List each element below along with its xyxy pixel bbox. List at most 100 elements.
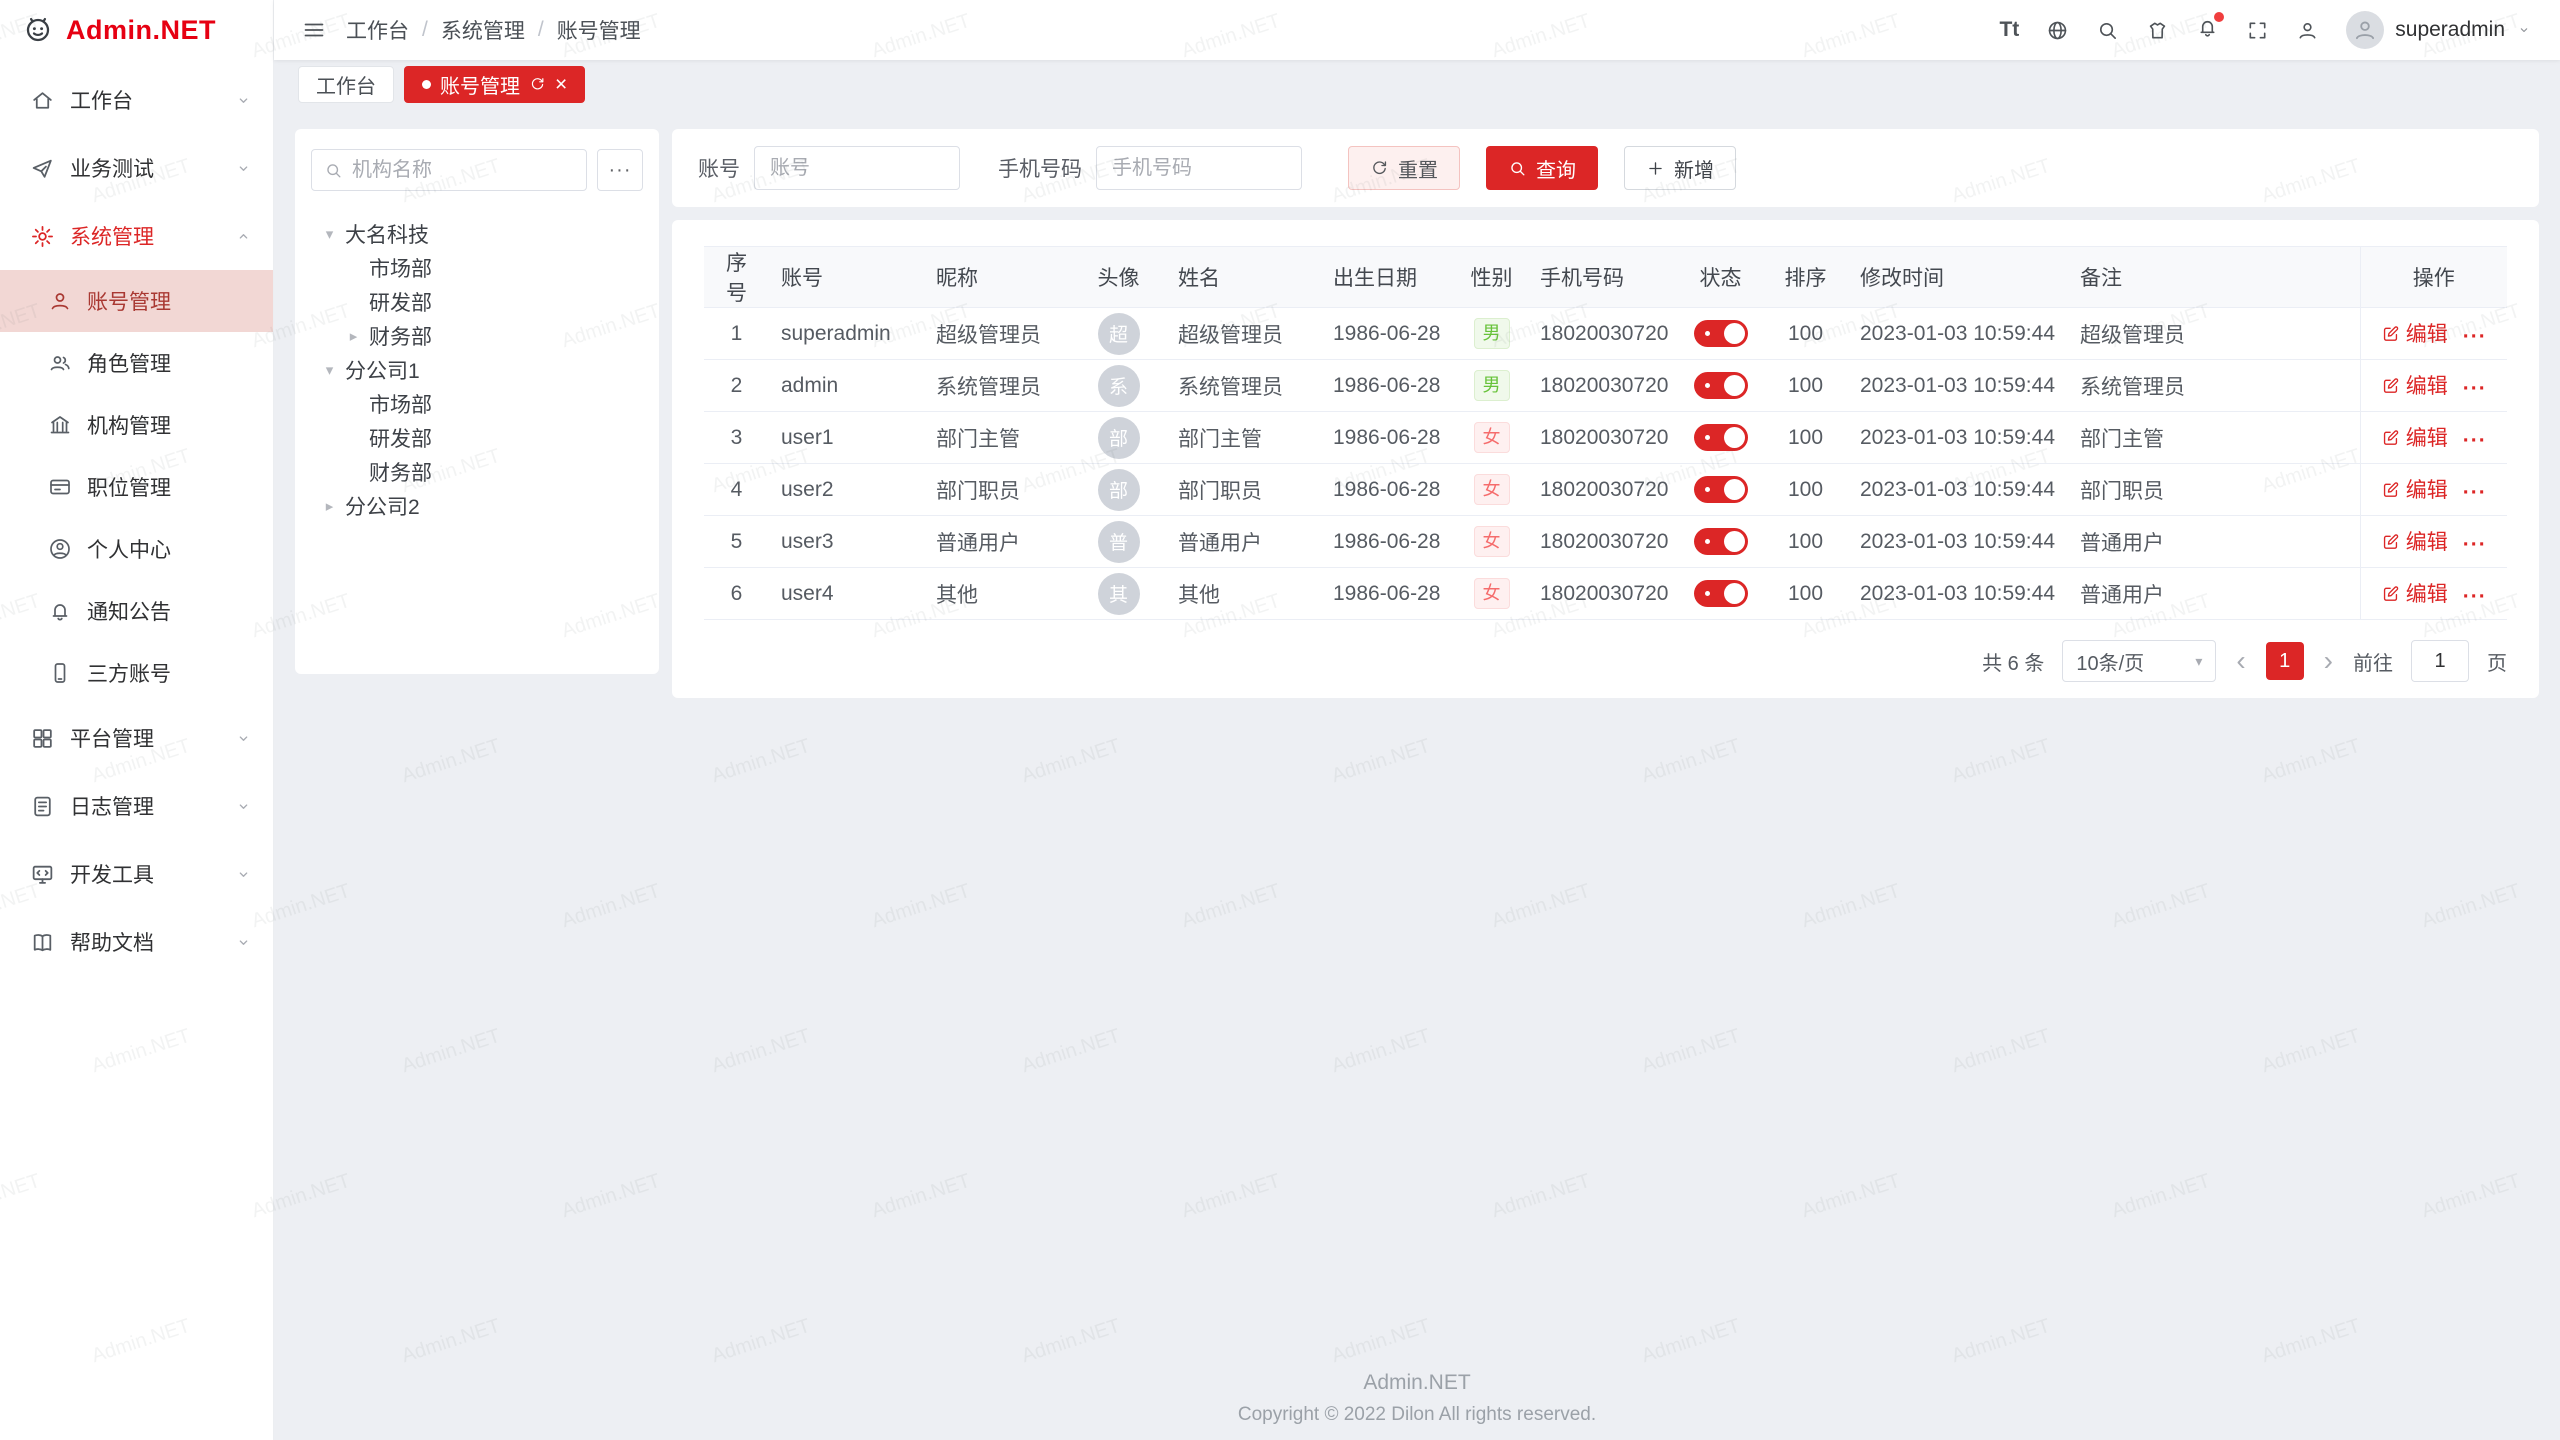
- account-input[interactable]: [754, 146, 960, 190]
- edit-button[interactable]: 编辑: [2381, 318, 2448, 348]
- table-header-row: 序号 账号 昵称 头像 姓名 出生日期 性别 手机号码 状态 排序 修改时间: [704, 247, 2507, 308]
- tab-account-management[interactable]: 账号管理 ×: [404, 66, 585, 103]
- status-toggle[interactable]: [1694, 372, 1748, 399]
- sex-tag: 女: [1474, 422, 1510, 453]
- fullscreen-icon[interactable]: [2246, 19, 2269, 42]
- sidebar-item-system-management[interactable]: 系统管理: [0, 202, 273, 270]
- globe-icon[interactable]: [2046, 19, 2069, 42]
- user-circle-icon: [48, 537, 72, 561]
- chevron-down-icon: [234, 159, 253, 178]
- sidebar-submenu-system: 账号管理 角色管理 机构管理 职位管理 个人中心: [0, 270, 273, 704]
- tab-label: 工作台: [316, 70, 376, 99]
- tree-node[interactable]: ▸ 财务部: [311, 319, 643, 353]
- tree-node[interactable]: 市场部: [311, 251, 643, 285]
- more-actions-button[interactable]: ···: [2463, 429, 2487, 452]
- more-actions-button[interactable]: ···: [2463, 585, 2487, 608]
- goto-page-input[interactable]: [2411, 640, 2469, 682]
- breadcrumb-separator: /: [422, 18, 428, 42]
- sidebar-item-org-management[interactable]: 机构管理: [0, 394, 273, 456]
- tree-node[interactable]: ▸ 分公司2: [311, 489, 643, 523]
- page-size-select[interactable]: 10条/页 ▾: [2062, 640, 2216, 682]
- tab-workbench[interactable]: 工作台: [298, 66, 394, 103]
- reset-button[interactable]: 重置: [1348, 146, 1460, 190]
- cell-phone: 18020030720: [1528, 464, 1678, 516]
- edit-button[interactable]: 编辑: [2381, 422, 2448, 452]
- column-header: 昵称: [924, 247, 1071, 308]
- sidebar-item-position-management[interactable]: 职位管理: [0, 456, 273, 518]
- breadcrumb-item[interactable]: 系统管理: [441, 15, 525, 45]
- sidebar-item-log-management[interactable]: 日志管理: [0, 772, 273, 840]
- refresh-icon[interactable]: [529, 76, 546, 93]
- edit-button[interactable]: 编辑: [2381, 370, 2448, 400]
- sidebar-item-third-account[interactable]: 三方账号: [0, 642, 273, 704]
- more-actions-button[interactable]: ···: [2463, 325, 2487, 348]
- next-page-button[interactable]: ›: [2322, 647, 2335, 675]
- search-button[interactable]: 查询: [1486, 146, 1598, 190]
- sidebar-item-notice[interactable]: 通知公告: [0, 580, 273, 642]
- prev-page-button[interactable]: ‹: [2234, 647, 2247, 675]
- edit-button[interactable]: 编辑: [2381, 578, 2448, 608]
- cell-status: [1678, 516, 1763, 568]
- sidebar-item-label: 个人中心: [87, 534, 171, 564]
- tree-node[interactable]: 市场部: [311, 387, 643, 421]
- sidebar-item-business-test[interactable]: 业务测试: [0, 134, 273, 202]
- tree-node[interactable]: 研发部: [311, 285, 643, 319]
- sidebar-item-platform-management[interactable]: 平台管理: [0, 704, 273, 772]
- tree-node[interactable]: 财务部: [311, 455, 643, 489]
- notification-bell[interactable]: [2196, 16, 2219, 44]
- theme-skin-icon[interactable]: [2146, 19, 2169, 42]
- sex-tag: 女: [1474, 578, 1510, 609]
- org-search-input[interactable]: [352, 159, 574, 182]
- caret-right-icon[interactable]: ▸: [345, 327, 362, 345]
- tree-node-label: 市场部: [369, 389, 432, 419]
- status-toggle[interactable]: [1694, 580, 1748, 607]
- edit-button[interactable]: 编辑: [2381, 526, 2448, 556]
- more-actions-button[interactable]: ···: [2463, 533, 2487, 556]
- sidebar-item-profile-center[interactable]: 个人中心: [0, 518, 273, 580]
- org-search-box[interactable]: [311, 149, 587, 191]
- bank-icon: [48, 413, 72, 437]
- current-page-button[interactable]: 1: [2266, 642, 2304, 680]
- status-toggle[interactable]: [1694, 320, 1748, 347]
- caret-down-icon[interactable]: ▾: [321, 361, 338, 379]
- hamburger-icon[interactable]: [302, 18, 326, 42]
- topbar-actions: Tt superadmin: [1999, 11, 2532, 49]
- sidebar-item-dev-tools[interactable]: 开发工具: [0, 840, 273, 908]
- edit-label: 编辑: [2406, 578, 2448, 608]
- edit-button[interactable]: 编辑: [2381, 474, 2448, 504]
- sidebar-item-help-docs[interactable]: 帮助文档: [0, 908, 273, 976]
- tree-node[interactable]: 研发部: [311, 421, 643, 455]
- status-toggle[interactable]: [1694, 424, 1748, 451]
- status-toggle[interactable]: [1694, 476, 1748, 503]
- sidebar-item-label: 日志管理: [70, 791, 154, 821]
- add-button[interactable]: 新增: [1624, 146, 1736, 190]
- caret-down-icon[interactable]: ▾: [321, 225, 338, 243]
- sidebar-item-account-management[interactable]: 账号管理: [0, 270, 273, 332]
- cell-account: user1: [769, 412, 924, 464]
- sidebar-item-role-management[interactable]: 角色管理: [0, 332, 273, 394]
- status-toggle[interactable]: [1694, 528, 1748, 555]
- search-icon[interactable]: [2096, 19, 2119, 42]
- cell-sex: 女: [1455, 464, 1528, 516]
- user-icon[interactable]: [2296, 19, 2319, 42]
- table-row: 3 user1 部门主管 部 部门主管 1986-06-28 女 1802003…: [704, 412, 2507, 464]
- phone-input[interactable]: [1096, 146, 1302, 190]
- app-logo-icon: [22, 14, 54, 46]
- cell-name: 系统管理员: [1166, 360, 1321, 412]
- breadcrumb-item[interactable]: 工作台: [346, 15, 409, 45]
- search-label: 查询: [1536, 154, 1576, 183]
- tree-node[interactable]: ▾ 大名科技: [311, 217, 643, 251]
- caret-right-icon[interactable]: ▸: [321, 497, 338, 515]
- tree-node[interactable]: ▾ 分公司1: [311, 353, 643, 387]
- text-size-icon[interactable]: Tt: [1999, 18, 2019, 42]
- sidebar-item-workbench[interactable]: 工作台: [0, 66, 273, 134]
- breadcrumb-separator: /: [538, 18, 544, 42]
- cell-birthday: 1986-06-28: [1321, 308, 1455, 360]
- close-icon[interactable]: ×: [555, 74, 567, 95]
- more-actions-button[interactable]: ···: [2463, 481, 2487, 504]
- refresh-icon: [1370, 159, 1389, 178]
- accounts-table: 序号 账号 昵称 头像 姓名 出生日期 性别 手机号码 状态 排序 修改时间: [704, 246, 2507, 620]
- more-actions-button[interactable]: ···: [2463, 377, 2487, 400]
- org-more-button[interactable]: ···: [597, 149, 643, 191]
- user-menu[interactable]: superadmin: [2346, 11, 2532, 49]
